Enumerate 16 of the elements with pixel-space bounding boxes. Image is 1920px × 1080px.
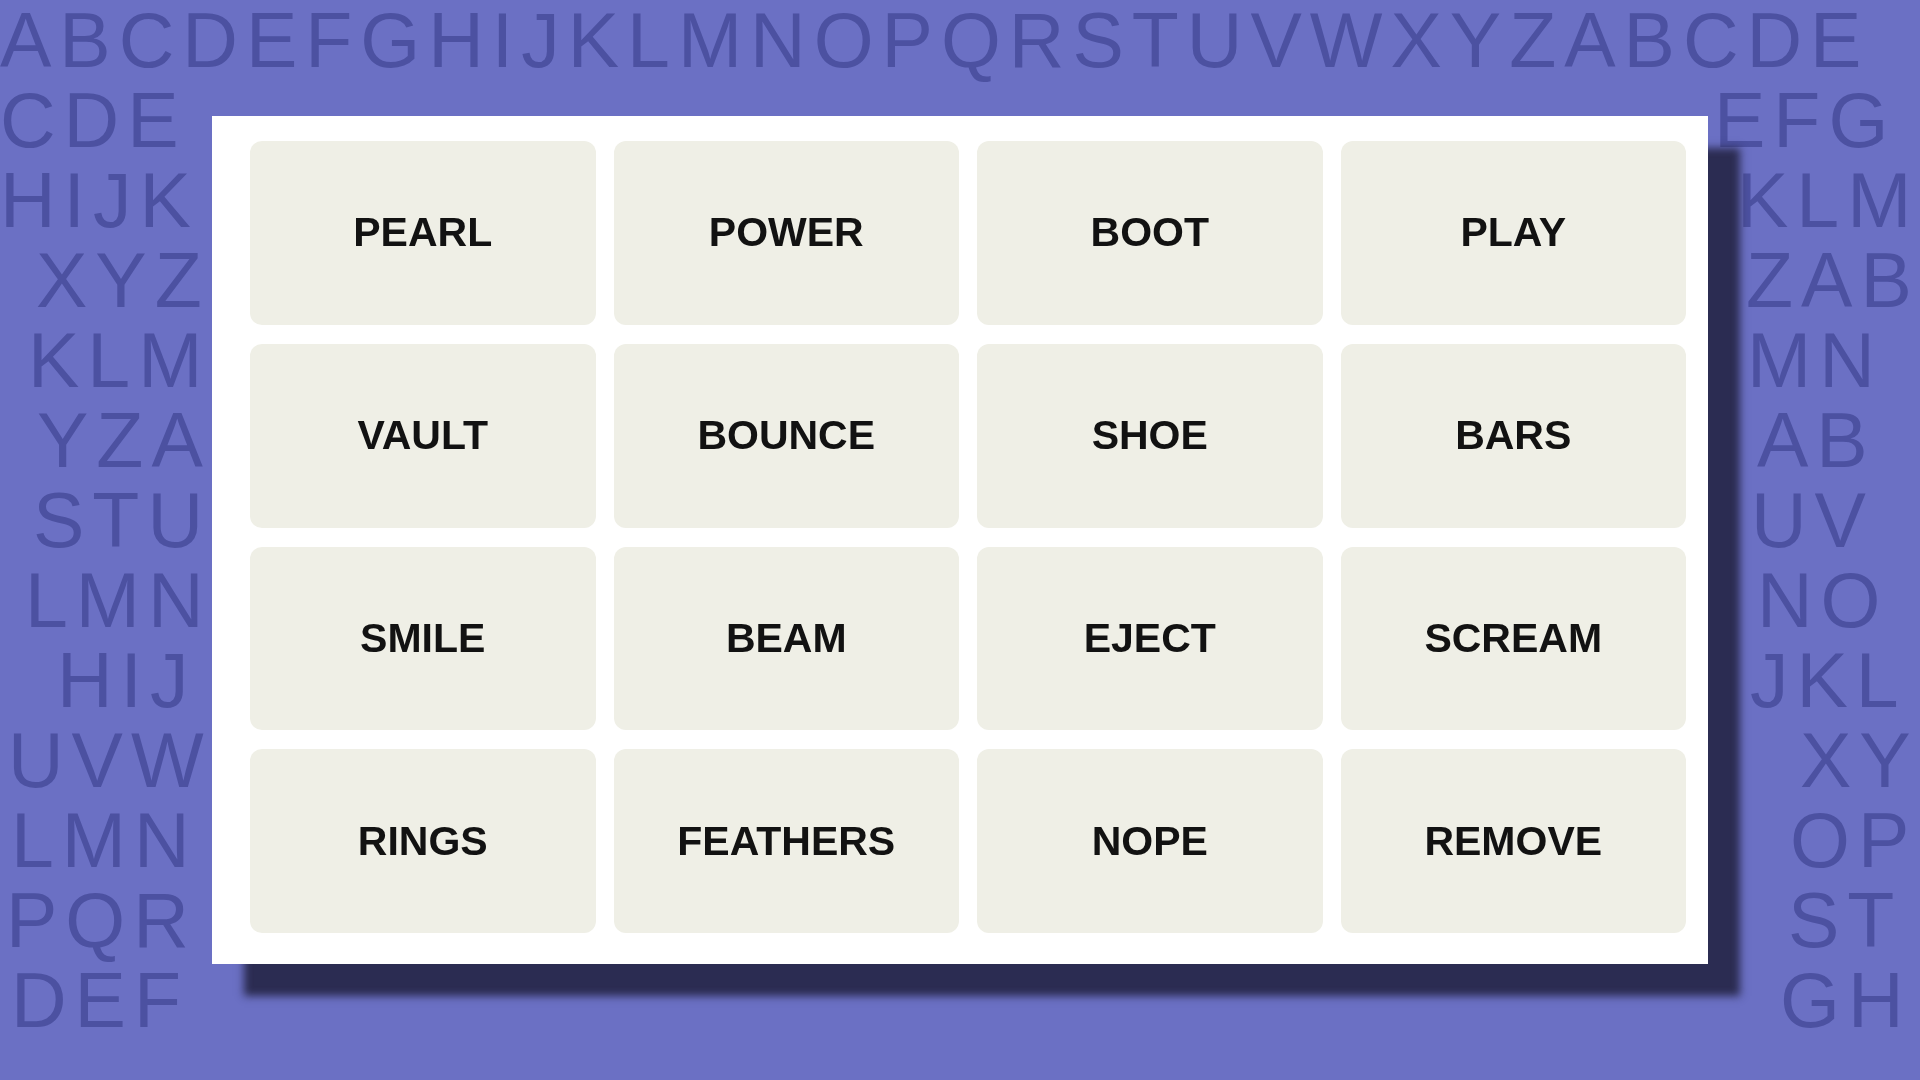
word-tile[interactable]: BOOT [977,141,1323,325]
word-tile[interactable]: EJECT [977,546,1323,731]
word-tile[interactable]: FEATHERS [613,749,959,933]
word-tile[interactable]: BOUNCE [613,343,959,528]
word-tile[interactable]: SHOE [977,343,1323,528]
word-tile[interactable]: BARS [1340,343,1686,528]
word-tile[interactable]: VAULT [250,343,596,528]
word-tile[interactable]: POWER [613,141,959,325]
word-tile[interactable]: PLAY [1340,141,1686,325]
word-tile[interactable]: SCREAM [1340,546,1686,731]
word-tile[interactable]: NOPE [977,749,1323,933]
word-tile[interactable]: BEAM [613,546,959,731]
word-tile[interactable]: SMILE [250,546,596,731]
word-tile[interactable]: PEARL [250,141,596,325]
word-tile[interactable]: REMOVE [1340,749,1686,933]
word-tile[interactable]: RINGS [250,749,596,933]
